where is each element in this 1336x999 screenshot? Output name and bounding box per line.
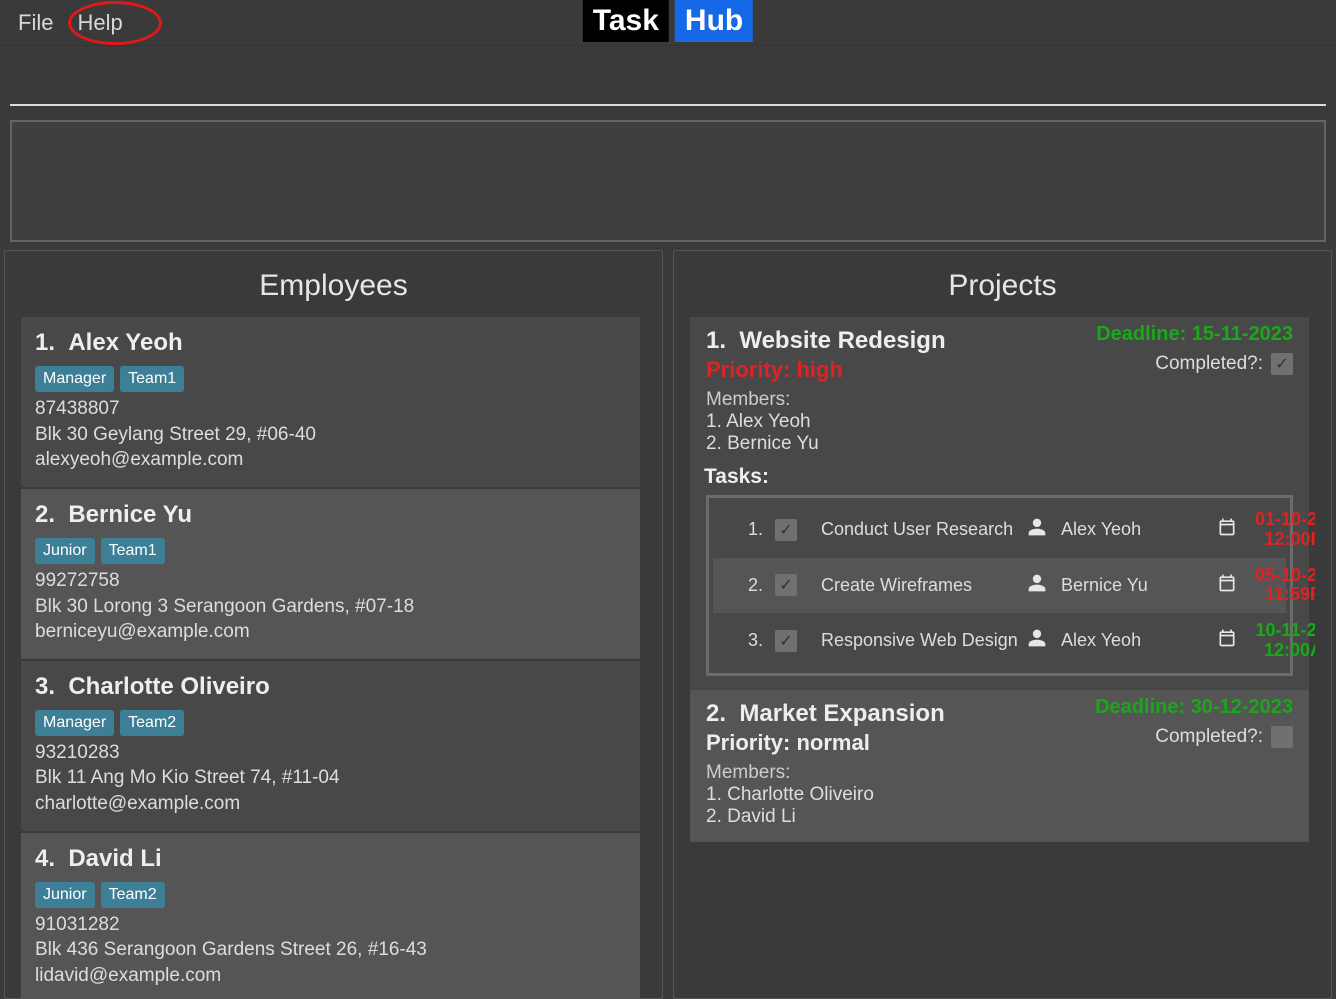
employee-email: alexyeoh@example.com [35, 447, 626, 473]
employee-tags: JuniorTeam2 [35, 881, 626, 908]
employee-email: charlotte@example.com [35, 791, 626, 817]
employee-phone: 91031282 [35, 912, 626, 938]
employee-tag: Team2 [120, 710, 184, 736]
employee-tag: Team1 [120, 366, 184, 392]
employee-header: 3. Charlotte Oliveiro [35, 671, 626, 703]
employees-list[interactable]: 1. Alex YeohManagerTeam187438807Blk 30 G… [21, 317, 646, 998]
employee-tags: JuniorTeam1 [35, 537, 626, 564]
task-name: Conduct User Research [821, 519, 1021, 541]
menu-bar: File Help Task Hub [0, 0, 1336, 46]
task-deadline: 01-10-202312:00PM [1251, 510, 1315, 550]
logo-right: Hub [675, 0, 753, 42]
employee-address: Blk 30 Geylang Street 29, #06-40 [35, 422, 626, 448]
task-row[interactable]: 1.✓Conduct User ResearchAlex Yeoh01-10-2… [713, 502, 1286, 558]
employee-tag: Manager [35, 366, 114, 392]
task-row[interactable]: 2.✓Create WireframesBernice Yu05-10-2023… [713, 558, 1286, 614]
employee-tag: Team2 [101, 882, 165, 908]
project-deadline: Deadline: 15-11-2023 [1096, 323, 1293, 346]
task-assignee: Alex Yeoh [1061, 519, 1211, 540]
person-icon [1027, 573, 1055, 598]
projects-panel: Projects Deadline: 15-11-2023 Completed?:… [673, 250, 1332, 999]
person-icon [1027, 628, 1055, 653]
task-index: 2. [719, 575, 769, 596]
task-assignee: Bernice Yu [1061, 575, 1211, 596]
project-member: 2. David Li [706, 806, 1293, 828]
employee-tags: ManagerTeam2 [35, 709, 626, 736]
logo-left: Task [583, 0, 669, 42]
employee-card[interactable]: 2. Bernice Yu JuniorTeam1 99272758Blk 30 L… [21, 489, 640, 659]
employee-card[interactable]: 1. Alex Yeoh ManagerTeam1 87438807Blk 30 G… [21, 317, 640, 487]
task-checkbox[interactable]: ✓ [775, 574, 797, 596]
task-checkbox[interactable]: ✓ [775, 630, 797, 652]
task-index: 1. [719, 519, 769, 540]
employee-email: berniceyu@example.com [35, 619, 626, 645]
employee-phone: 99272758 [35, 568, 626, 594]
task-deadline: 10-11-202312:00AM [1251, 621, 1315, 661]
employee-header: 1. Alex Yeoh [35, 327, 626, 359]
employee-header: 2. Bernice Yu [35, 499, 626, 531]
command-input-area[interactable] [10, 46, 1326, 106]
project-completed: Completed?: [1155, 726, 1293, 748]
employees-title: Employees [5, 251, 662, 317]
task-checkbox[interactable]: ✓ [775, 519, 797, 541]
projects-list[interactable]: Deadline: 15-11-2023Completed?:✓1. Websi… [690, 317, 1315, 998]
tasks-box: 1.✓Conduct User ResearchAlex Yeoh01-10-2… [706, 495, 1293, 676]
calendar-icon [1217, 573, 1245, 598]
project-card[interactable]: Deadline: 15-11-2023Completed?:✓1. Websi… [690, 317, 1309, 690]
employee-phone: 87438807 [35, 396, 626, 422]
project-member: 1. Charlotte Oliveiro [706, 784, 1293, 806]
employee-email: lidavid@example.com [35, 963, 626, 989]
task-assignee: Alex Yeoh [1061, 630, 1211, 651]
employee-tag: Junior [35, 538, 95, 564]
employee-tag: Team1 [101, 538, 165, 564]
project-member: 2. Bernice Yu [706, 433, 1293, 455]
project-card[interactable]: Deadline: 30-12-2023Completed?:2. Market… [690, 690, 1309, 842]
task-deadline: 05-10-202311:59PM [1251, 566, 1315, 606]
employee-tag: Manager [35, 710, 114, 736]
completed-checkbox[interactable] [1271, 726, 1293, 748]
task-name: Create Wireframes [821, 575, 1021, 597]
employee-phone: 93210283 [35, 740, 626, 766]
members-label: Members: [706, 389, 1293, 411]
members-label: Members: [706, 762, 1293, 784]
employee-card[interactable]: 4. David Li JuniorTeam2 91031282Blk 436 Se… [21, 833, 640, 998]
employee-card[interactable]: 3. Charlotte Oliveiro ManagerTeam2 9321028… [21, 661, 640, 831]
tasks-label: Tasks: [704, 465, 1293, 489]
menu-help[interactable]: Help [77, 10, 122, 36]
completed-checkbox[interactable]: ✓ [1271, 353, 1293, 375]
employee-address: Blk 436 Serangoon Gardens Street 26, #16… [35, 937, 626, 963]
projects-title: Projects [674, 251, 1331, 317]
task-row[interactable]: 3.✓Responsive Web DesignAlex Yeoh10-11-2… [713, 613, 1286, 669]
calendar-icon [1217, 628, 1245, 653]
employee-tag: Junior [35, 882, 95, 908]
task-name: Responsive Web Design [821, 630, 1021, 652]
calendar-icon [1217, 517, 1245, 542]
task-index: 3. [719, 630, 769, 651]
menu-file[interactable]: File [18, 10, 53, 36]
employees-panel: Employees 1. Alex YeohManagerTeam1874388… [4, 250, 663, 999]
app-logo: Task Hub [583, 0, 753, 42]
employee-address: Blk 30 Lorong 3 Serangoon Gardens, #07-1… [35, 594, 626, 620]
person-icon [1027, 517, 1055, 542]
project-completed: Completed?:✓ [1155, 353, 1293, 375]
employee-address: Blk 11 Ang Mo Kio Street 74, #11-04 [35, 765, 626, 791]
employee-header: 4. David Li [35, 843, 626, 875]
employee-tags: ManagerTeam1 [35, 365, 626, 392]
project-deadline: Deadline: 30-12-2023 [1095, 696, 1293, 719]
result-output-area [10, 120, 1326, 242]
project-member: 1. Alex Yeoh [706, 411, 1293, 433]
